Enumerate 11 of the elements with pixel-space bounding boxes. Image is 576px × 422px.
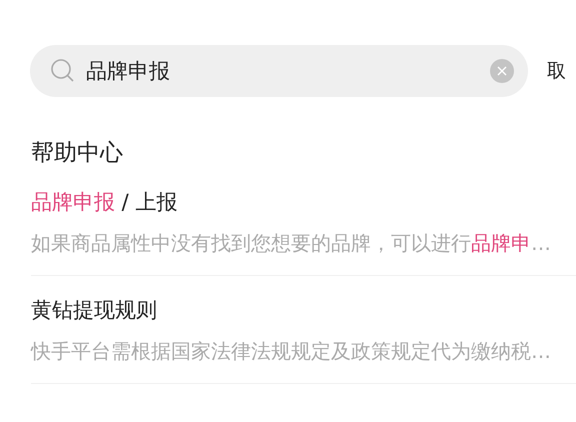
cancel-button[interactable]: 取 <box>547 58 566 84</box>
close-icon <box>497 66 507 76</box>
result-snippet: 如果商品属性中没有找到您想要的品牌，可以进行品牌申… <box>31 230 552 257</box>
result-title[interactable]: 黄钻提现规则 <box>31 296 576 324</box>
section-title: 帮助中心 <box>30 139 124 168</box>
search-input[interactable]: 品牌申报 <box>86 59 480 83</box>
result-title[interactable]: 品牌申报 / 上报 <box>31 188 576 216</box>
result-snippet: 快手平台需根据国家法律法规规定及政策规定代为缴纳税… <box>31 338 552 365</box>
search-field[interactable]: 品牌申报 <box>30 45 528 97</box>
clear-button[interactable] <box>490 59 514 83</box>
search-icon <box>50 58 76 84</box>
